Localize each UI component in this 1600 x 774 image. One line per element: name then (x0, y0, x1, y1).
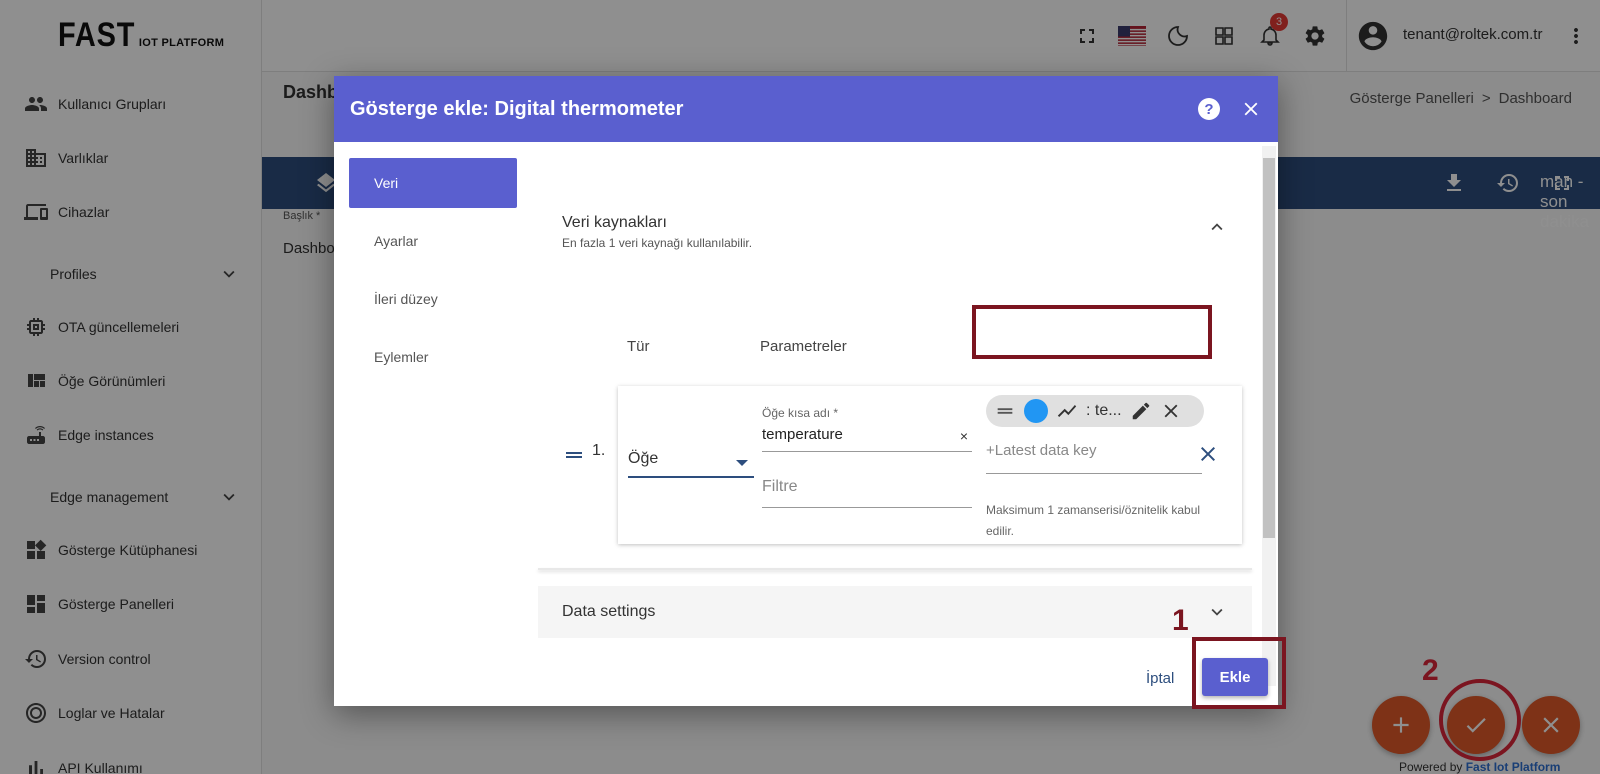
key-color-swatch[interactable] (1024, 399, 1048, 423)
annotation-number: 1 (1172, 604, 1189, 637)
dialog-header: Gösterge ekle: Digital thermometer ? (334, 76, 1278, 142)
entity-alias-value: temperature (762, 426, 843, 443)
tab-actions[interactable]: Eylemler (349, 332, 517, 382)
remove-key-icon[interactable] (1160, 400, 1182, 422)
timeseries-icon (1057, 405, 1077, 417)
tab-data[interactable]: Veri (349, 158, 517, 208)
dialog-scrollbar[interactable] (1262, 146, 1276, 686)
dialog-content: Veri kaynakları En fazla 1 veri kaynağı … (538, 142, 1252, 706)
scrollbar-thumb[interactable] (1263, 158, 1275, 538)
annotation-box-chip (972, 305, 1212, 359)
drag-handle-icon[interactable] (564, 445, 584, 465)
data-key-label: : te... (1086, 402, 1122, 419)
datasources-title: Veri kaynakları (562, 214, 667, 231)
tab-advanced[interactable]: İleri düzey (349, 274, 517, 324)
annotation-number: 2 (1422, 654, 1439, 687)
clear-icon[interactable]: × (960, 428, 968, 444)
data-settings-panel[interactable]: Data settings (538, 586, 1252, 638)
select-value: Öğe (628, 450, 659, 467)
datasources-subtitle: En fazla 1 veri kaynağı kullanılabilir. (562, 236, 753, 250)
add-widget-dialog: Gösterge ekle: Digital thermometer ? Ver… (334, 76, 1278, 706)
entity-alias-label: Öğe kısa adı * (762, 406, 839, 420)
close-icon[interactable] (1240, 98, 1262, 120)
datasource-row-number: 1. (592, 442, 606, 459)
cancel-button[interactable]: İptal (1146, 670, 1174, 687)
dialog-tabs: Veri Ayarlar İleri düzey Eylemler (349, 158, 517, 390)
annotation-box-add (1192, 637, 1286, 709)
datasource-card: Öğe Öğe kısa adı * temperature × Filtre … (618, 386, 1242, 544)
panel-divider (538, 568, 1252, 570)
drag-handle-icon[interactable] (994, 400, 1016, 422)
dropdown-arrow-icon (736, 460, 748, 466)
data-key-chip[interactable]: : te... (986, 395, 1204, 427)
remove-datasource-icon[interactable] (1196, 442, 1220, 466)
tab-settings[interactable]: Ayarlar (349, 216, 517, 266)
chevron-up-icon[interactable] (1206, 216, 1228, 238)
datasources-header[interactable]: Veri kaynakları En fazla 1 veri kaynağı … (562, 214, 752, 250)
latest-data-key-input[interactable]: +Latest data key (986, 442, 1202, 474)
column-header-parameters: Parametreler (760, 338, 847, 355)
column-header-type: Tür (627, 338, 650, 355)
filter-input[interactable]: Filtre (762, 478, 972, 508)
data-settings-title: Data settings (562, 603, 656, 620)
annotation-circle-apply (1439, 679, 1521, 761)
dialog-title: Gösterge ekle: Digital thermometer (350, 97, 684, 120)
datasource-type-select[interactable]: Öğe (628, 446, 754, 478)
entity-alias-input[interactable]: temperature × (762, 426, 972, 452)
chevron-down-icon (1211, 608, 1223, 616)
max-keys-hint: Maksimum 1 zamanserisi/öznitelik kabul e… (986, 503, 1201, 538)
help-icon[interactable]: ? (1198, 98, 1220, 120)
edit-pencil-icon[interactable] (1130, 400, 1152, 422)
